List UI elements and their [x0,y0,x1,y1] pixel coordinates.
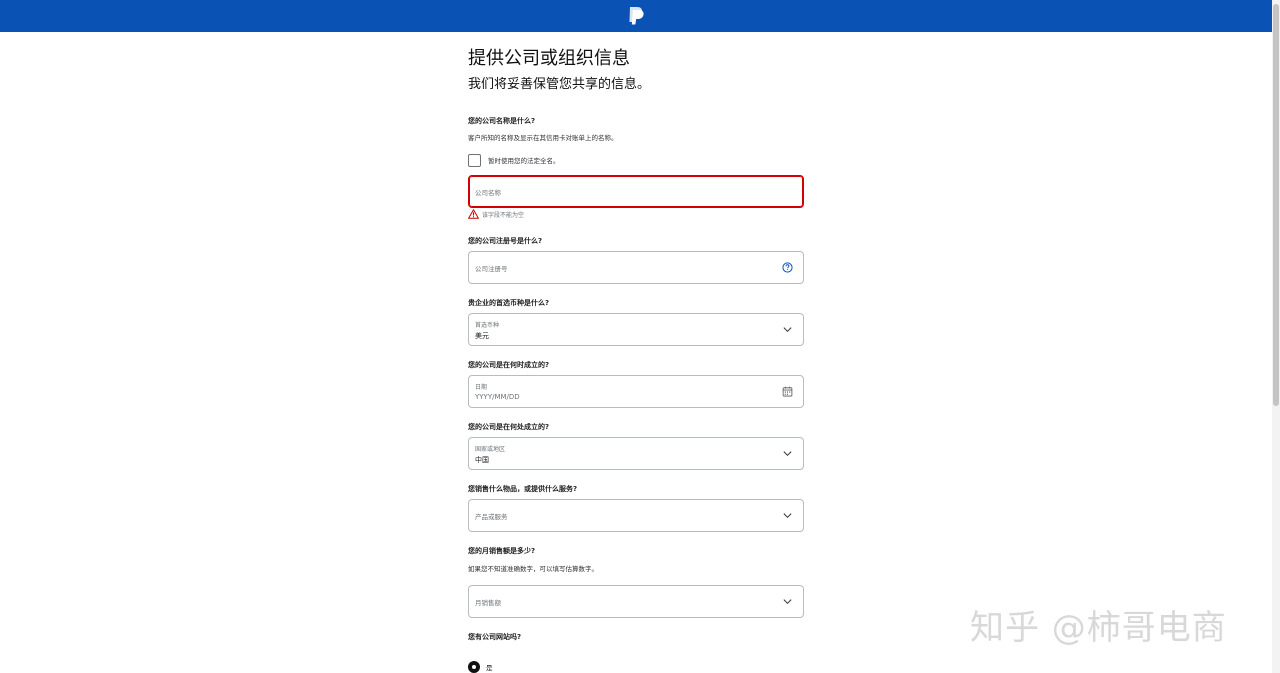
website-yes-label: 是 [486,664,493,672]
registration-placeholder: 公司注册号 [475,265,508,273]
currency-value: 美元 [475,332,489,340]
currency-select[interactable]: 首选币种 美元 [468,313,804,346]
chevron-down-icon [783,451,792,457]
watermark: 知乎 @柿哥电商 [970,608,1227,648]
registration-question: 您的公司注册号是什么? [468,237,543,245]
founded-place-question: 您的公司是在何处成立的? [468,423,550,431]
founded-date-question: 您的公司是在何时成立的? [468,361,550,369]
company-name-hint: 客户所知的名称及显示在其信用卡对账单上的名称。 [468,134,618,142]
company-name-error: 该字段不能为空 [482,212,525,219]
website-question: 您有公司网站吗? [468,633,522,641]
chevron-down-icon [783,327,792,333]
top-header-bar [0,0,1272,32]
paypal-logo-icon [629,7,644,25]
registration-input[interactable]: 公司注册号 [468,251,804,284]
use-legal-name-label: 暂时使用您的法定全名。 [488,157,560,165]
chevron-down-icon [783,599,792,605]
monthly-sales-question: 您的月销售额是多少? [468,547,536,555]
help-icon[interactable] [782,262,793,273]
use-legal-name-checkbox[interactable] [468,154,481,167]
products-placeholder: 产品或服务 [475,513,508,521]
monthly-sales-hint: 如果您不知道准确数字，可以填写估算数字。 [468,565,598,573]
currency-question: 贵企业的首选币种是什么? [468,299,550,307]
page-scrollbar[interactable] [1272,0,1280,673]
page-title: 提供公司或组织信息 [468,48,630,69]
scrollbar-thumb[interactable] [1273,4,1279,406]
founded-date-label: 日期 [475,384,488,391]
company-name-placeholder: 公司名称 [475,189,501,197]
company-name-question: 您的公司名称是什么? [468,117,536,125]
company-name-input[interactable]: 公司名称 [468,175,804,208]
radio-selected-dot [472,665,476,669]
currency-label: 首选币种 [475,322,500,329]
country-value: 中国 [475,456,489,464]
products-select[interactable]: 产品或服务 [468,499,804,532]
website-yes-radio[interactable] [468,661,480,673]
page-subtitle: 我们将妥善保管您共享的信息。 [468,77,651,92]
monthly-sales-select[interactable]: 月销售额 [468,585,804,618]
products-question: 您销售什么物品，或提供什么服务? [468,485,578,493]
calendar-icon[interactable] [782,386,793,397]
founded-date-placeholder: YYYY/MM/DD [475,393,520,401]
country-select[interactable]: 国家或地区 中国 [468,437,804,470]
country-label: 国家或地区 [475,446,506,453]
founded-date-input[interactable]: 日期 YYYY/MM/DD [468,375,804,408]
monthly-sales-placeholder: 月销售额 [475,599,501,607]
warning-icon [468,209,479,219]
chevron-down-icon [783,513,792,519]
